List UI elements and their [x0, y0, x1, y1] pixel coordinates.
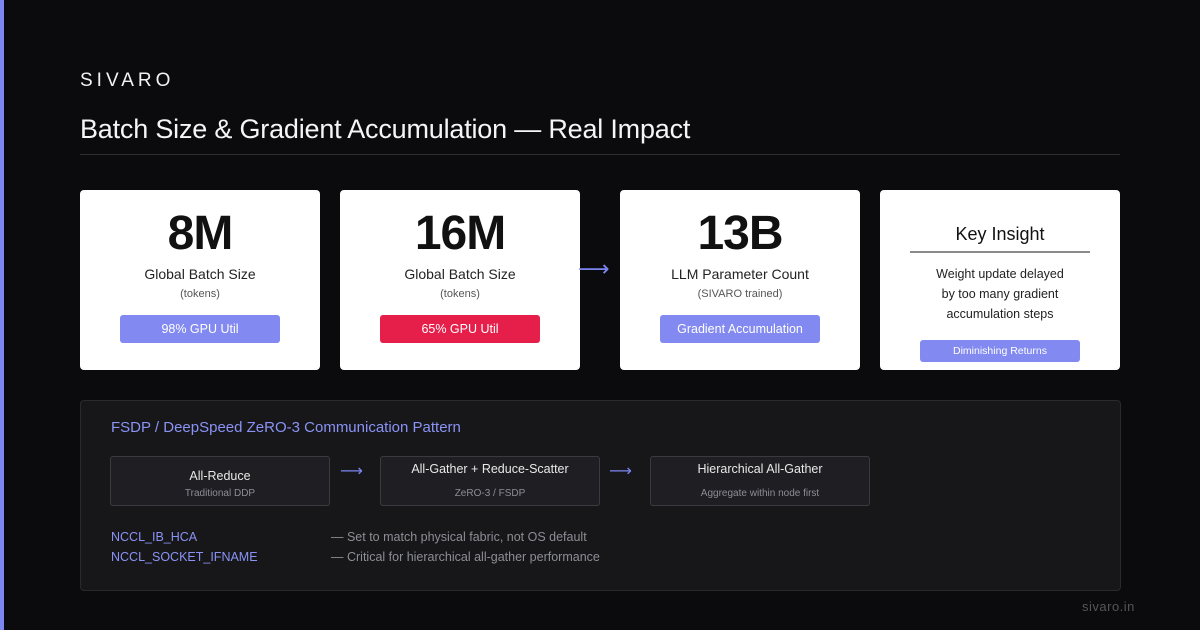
gpu-util-badge: 65% GPU Util	[380, 315, 540, 343]
title-divider	[80, 154, 1120, 155]
stat-card-batch-16m: 16M Global Batch Size (tokens) 65% GPU U…	[340, 190, 580, 370]
stat-card-batch-8m: 8M Global Batch Size (tokens) 98% GPU Ut…	[80, 190, 320, 370]
arrow-right-icon: ⟶	[609, 463, 632, 480]
env-var-description: — Set to match physical fabric, not OS d…	[331, 530, 587, 544]
stat-label: LLM Parameter Count	[671, 266, 809, 282]
flow-step-title: All-Reduce	[189, 469, 251, 483]
stat-value: 8M	[167, 207, 234, 260]
stat-unit: (tokens)	[180, 288, 220, 300]
stat-value: 16M	[414, 207, 506, 260]
technique-badge: Gradient Accumulation	[660, 315, 820, 343]
gpu-util-badge: 98% GPU Util	[120, 315, 280, 343]
stat-unit: (SIVARO trained)	[697, 288, 783, 300]
flow-step-all-reduce: All-Reduce Traditional DDP	[110, 456, 330, 506]
flow-step-subtitle: Traditional DDP	[184, 488, 256, 499]
insight-card: Key Insight Weight update delayed by too…	[880, 190, 1120, 370]
arrow-right-icon: ⟶	[578, 256, 610, 281]
insight-title: Key Insight	[910, 224, 1090, 253]
flow-step-hierarchical: Hierarchical All-Gather Aggregate within…	[650, 456, 870, 506]
flow-step-all-gather: All-Gather + Reduce-Scatter ZeRO-3 / FSD…	[380, 456, 600, 506]
insight-line: accumulation steps	[946, 307, 1054, 321]
footer-url[interactable]: sivaro.in	[1082, 599, 1135, 614]
brand-logo: SIVARO	[80, 70, 175, 91]
insight-line: Weight update delayed	[936, 267, 1064, 281]
stat-label: Global Batch Size	[404, 266, 516, 282]
stat-label: Global Batch Size	[144, 266, 256, 282]
accent-bar	[0, 0, 4, 630]
env-var-key: NCCL_IB_HCA	[111, 530, 198, 544]
page-title: Batch Size & Gradient Accumulation — Rea…	[80, 114, 691, 144]
env-var-description: — Critical for hierarchical all-gather p…	[331, 550, 600, 564]
insight-line: by too many gradient	[941, 287, 1059, 301]
flow-step-subtitle: Aggregate within node first	[700, 488, 820, 499]
stat-unit: (tokens)	[440, 288, 480, 300]
communication-pattern-panel: FSDP / DeepSpeed ZeRO-3 Communication Pa…	[80, 400, 1121, 591]
stat-value: 13B	[697, 207, 783, 260]
env-var-key: NCCL_SOCKET_IFNAME	[111, 550, 258, 564]
flow-step-subtitle: ZeRO-3 / FSDP	[454, 488, 526, 499]
flow-step-title: Hierarchical All-Gather	[697, 462, 823, 476]
flow-step-title: All-Gather + Reduce-Scatter	[411, 462, 569, 476]
stat-card-param-count: 13B LLM Parameter Count (SIVARO trained)…	[620, 190, 860, 370]
insight-badge: Diminishing Returns	[920, 340, 1080, 362]
arrow-right-icon: ⟶	[340, 463, 363, 480]
panel-title: FSDP / DeepSpeed ZeRO-3 Communication Pa…	[111, 419, 461, 436]
